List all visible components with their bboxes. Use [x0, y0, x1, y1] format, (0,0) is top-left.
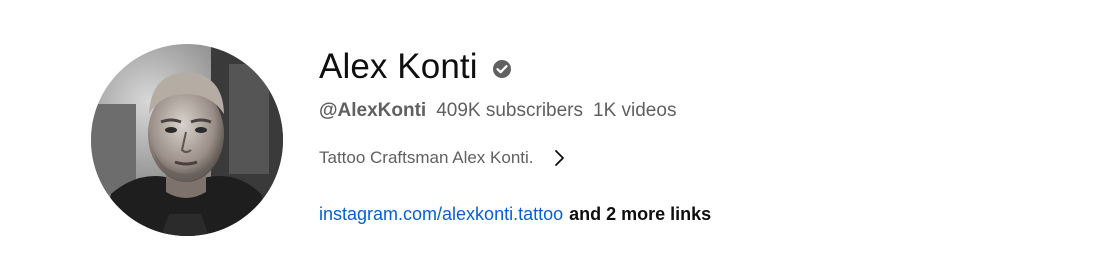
avatar[interactable] — [91, 44, 283, 236]
channel-info: Alex Konti @AlexKonti 409K subscribers 1K … — [319, 44, 711, 226]
channel-description[interactable]: Tattoo Craftsman Alex Konti. — [319, 146, 711, 170]
channel-meta: @AlexKonti 409K subscribers 1K videos — [319, 98, 711, 124]
channel-name: Alex Konti — [319, 47, 478, 86]
chevron-right-icon — [552, 148, 568, 168]
channel-handle[interactable]: @AlexKonti — [319, 100, 426, 121]
verified-check-icon — [492, 59, 512, 79]
more-links-button[interactable]: and 2 more links — [569, 204, 711, 224]
instagram-link[interactable]: instagram.com/alexkonti.tattoo — [319, 204, 563, 224]
avatar-image — [91, 44, 283, 236]
name-row: Alex Konti — [319, 44, 711, 90]
subscriber-count: 409K subscribers — [436, 100, 583, 121]
description-text: Tattoo Craftsman Alex Konti. — [319, 148, 534, 167]
video-count: 1K videos — [593, 100, 677, 121]
channel-header: Alex Konti @AlexKonti 409K subscribers 1K … — [0, 0, 1112, 278]
channel-links: instagram.com/alexkonti.tattoo and 2 more… — [319, 202, 711, 226]
